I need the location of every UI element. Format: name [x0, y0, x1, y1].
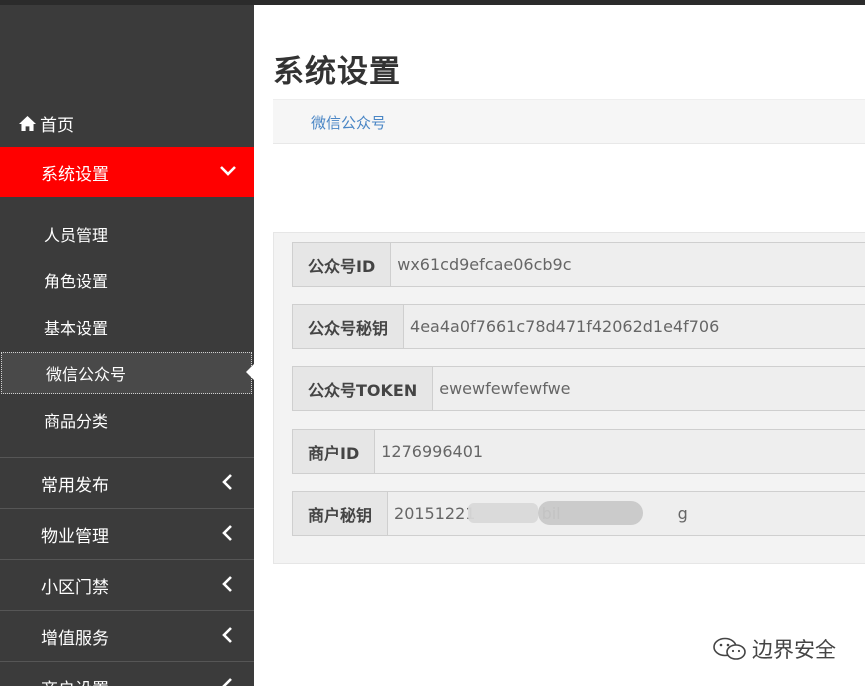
merchant-id-field: 商户ID: [292, 429, 865, 474]
home-icon: [19, 115, 36, 131]
field-label: 公众号ID: [293, 243, 392, 286]
sidebar-item-label: 微信公众号: [46, 365, 127, 384]
merchant-id-input[interactable]: [375, 430, 865, 473]
merchant-secret-field: 商户秘钥: [292, 491, 865, 536]
watermark: 边界安全: [712, 634, 836, 664]
sidebar-section-label: 商户设置: [41, 675, 109, 686]
chevron-left-icon: [222, 474, 232, 490]
sidebar-item-label: 角色设置: [44, 272, 109, 291]
chevron-left-icon: [222, 576, 232, 592]
chevron-left-icon: [222, 627, 232, 643]
sidebar-item-basic-settings[interactable]: 基本设置: [0, 307, 254, 347]
sidebar-section-system-settings[interactable]: 系统设置: [0, 147, 254, 197]
merchant-secret-wrapper: [388, 492, 865, 535]
sidebar-section-label: 常用发布: [41, 475, 109, 496]
sidebar-section-label: 系统设置: [41, 164, 109, 185]
tab-wechat-official-account[interactable]: 微信公众号: [311, 112, 386, 133]
app-id-input[interactable]: [391, 243, 865, 286]
field-label: 商户ID: [293, 430, 376, 473]
field-label: 商户秘钥: [293, 492, 389, 535]
sidebar-section-label: 增值服务: [41, 628, 109, 649]
wechat-chat-icon: [713, 637, 746, 660]
sidebar-section-label: 小区门禁: [41, 577, 109, 598]
chevron-left-icon: [222, 678, 232, 686]
app-id-field: 公众号ID: [292, 242, 865, 287]
sidebar-section-label: 物业管理: [41, 526, 109, 547]
app-secret-input[interactable]: [404, 305, 865, 348]
sidebar-section-common-publish[interactable]: 常用发布: [0, 458, 254, 508]
sidebar-item-label: 商品分类: [44, 412, 109, 431]
selected-pointer: [246, 363, 254, 381]
chevron-down-icon: [220, 166, 236, 176]
token-input[interactable]: [433, 367, 865, 410]
redaction-smudge: [468, 503, 539, 523]
sidebar-section-community-access[interactable]: 小区门禁: [0, 560, 254, 610]
sidebar-item-product-category[interactable]: 商品分类: [0, 400, 254, 440]
sidebar-section-property-management[interactable]: 物业管理: [0, 509, 254, 559]
sidebar-item-home[interactable]: 首页: [0, 102, 254, 144]
sidebar-item-label: 基本设置: [44, 319, 109, 338]
sidebar-section-value-added-services[interactable]: 增值服务: [0, 611, 254, 661]
sidebar-item-label: 人员管理: [44, 226, 109, 245]
sidebar-item-label: 首页: [40, 115, 74, 136]
watermark-text: 边界安全: [752, 638, 836, 662]
chevron-left-icon: [222, 525, 232, 541]
sidebar-item-roles[interactable]: 角色设置: [0, 260, 254, 300]
app-secret-field: 公众号秘钥: [292, 304, 865, 349]
sidebar-item-wechat-official-account[interactable]: 微信公众号: [1, 352, 252, 394]
field-label: 公众号秘钥: [293, 305, 405, 348]
breadcrumb-tab-bar: 微信公众号: [273, 99, 865, 144]
token-field: 公众号TOKEN: [292, 366, 865, 411]
sidebar-item-personnel[interactable]: 人员管理: [0, 214, 254, 254]
field-label: 公众号TOKEN: [293, 367, 434, 410]
sidebar: 首页 系统设置 人员管理 角色设置 基本设置 微信公众号 商品分类 常用发布 物…: [0, 5, 254, 686]
sidebar-section-merchant-settings[interactable]: 商户设置: [0, 662, 254, 686]
page-title: 系统设置: [273, 54, 401, 90]
redaction-smudge: [538, 501, 644, 525]
